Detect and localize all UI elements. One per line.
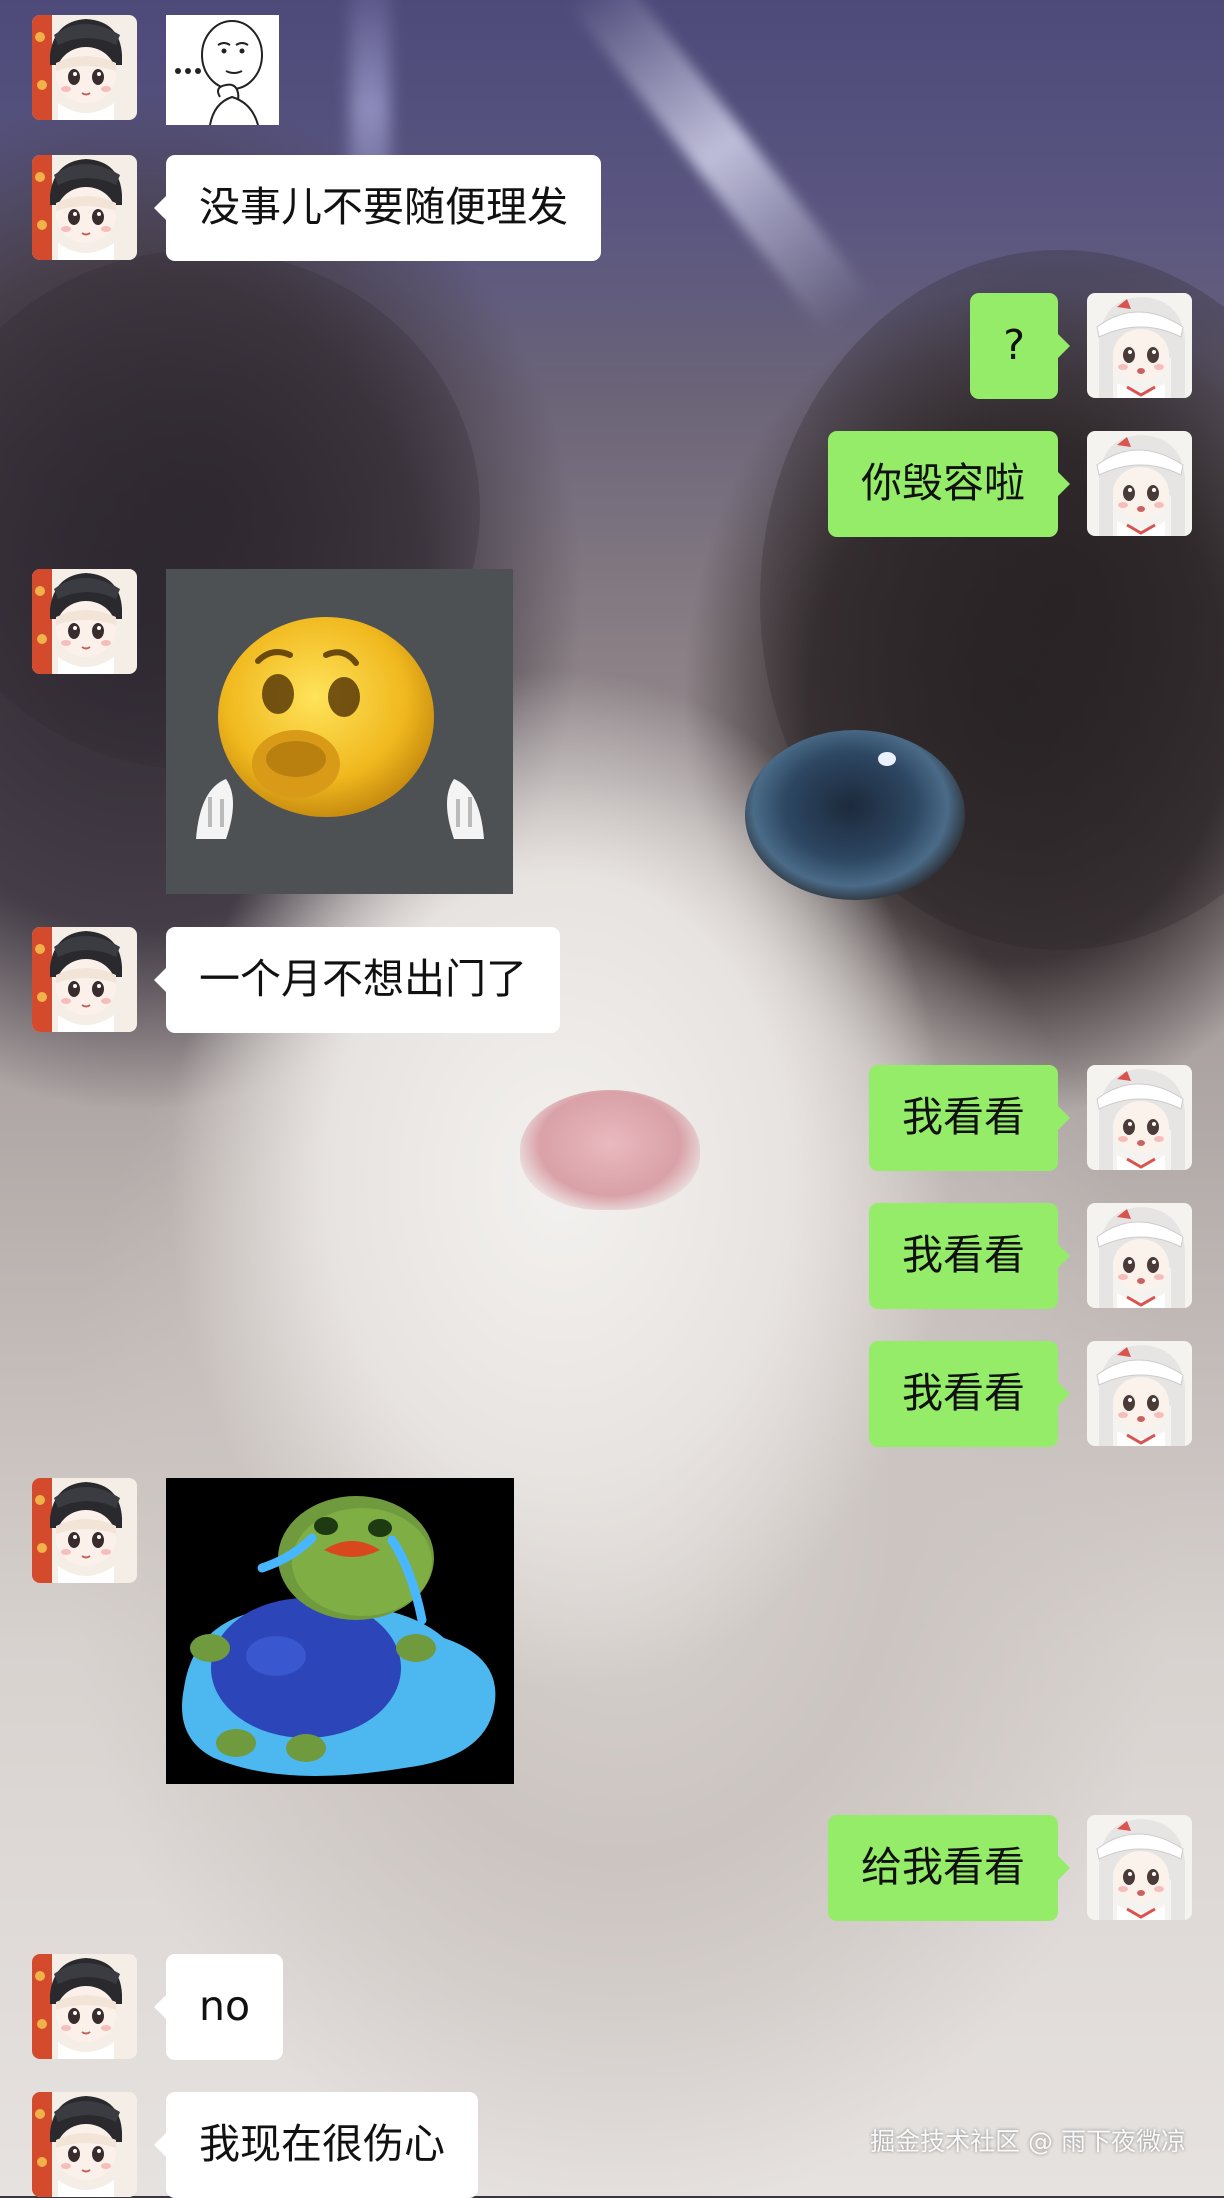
contact-avatar[interactable] [32,15,137,120]
message-row-outgoing: 你毁容啦 [0,431,1224,537]
message-row-outgoing: 我看看 [0,1203,1224,1309]
contact-avatar[interactable] [32,1954,137,2059]
my-avatar[interactable] [1087,1341,1192,1446]
message-bubble-outgoing[interactable]: 你毁容啦 [828,431,1070,537]
message-bubble-outgoing[interactable]: 给我看看 [828,1815,1070,1921]
watermark: 掘金技术社区 @ 雨下夜微凉 [870,2127,1186,2156]
message-bubble-outgoing[interactable]: 我看看 [869,1341,1070,1447]
message-row-outgoing: ? [0,293,1224,399]
contact-avatar[interactable] [32,569,137,674]
my-avatar[interactable] [1087,293,1192,398]
message-row-incoming [0,569,1224,894]
contact-avatar[interactable] [32,927,137,1032]
my-avatar[interactable] [1087,431,1192,536]
message-row-outgoing: 我看看 [0,1341,1224,1447]
contact-avatar[interactable] [32,155,137,260]
message-row-incoming [0,1478,1224,1784]
message-bubble-incoming[interactable]: 一个月不想出门了 [154,927,560,1033]
message-row-incoming [0,15,1224,125]
chat-message-list[interactable]: 没事儿不要随便理发 ? 你毁容啦 一个月不想出门了 我看看 我看看 我看看 给我… [0,0,1224,2198]
message-bubble-outgoing[interactable]: 我看看 [869,1203,1070,1309]
message-row-incoming: 一个月不想出门了 [0,927,1224,1033]
message-bubble-incoming[interactable]: 我现在很伤心 [154,2092,478,2198]
message-row-incoming: 没事儿不要随便理发 [0,155,1224,261]
message-bubble-outgoing[interactable]: 我看看 [869,1065,1070,1171]
sticker-thinking-face[interactable] [166,15,279,125]
message-bubble-outgoing[interactable]: ? [970,293,1070,399]
my-avatar[interactable] [1087,1065,1192,1170]
contact-avatar[interactable] [32,2092,137,2197]
message-row-outgoing: 我看看 [0,1065,1224,1171]
message-bubble-incoming[interactable]: 没事儿不要随便理发 [154,155,601,261]
message-row-incoming: no [0,1954,1224,2060]
message-bubble-incoming[interactable]: no [153,1954,284,2060]
sticker-sad-yellow-emoji[interactable] [166,569,513,894]
sticker-crying-frog[interactable] [166,1478,514,1784]
my-avatar[interactable] [1087,1203,1192,1308]
message-row-outgoing: 给我看看 [0,1815,1224,1921]
contact-avatar[interactable] [32,1478,137,1583]
my-avatar[interactable] [1087,1815,1192,1920]
